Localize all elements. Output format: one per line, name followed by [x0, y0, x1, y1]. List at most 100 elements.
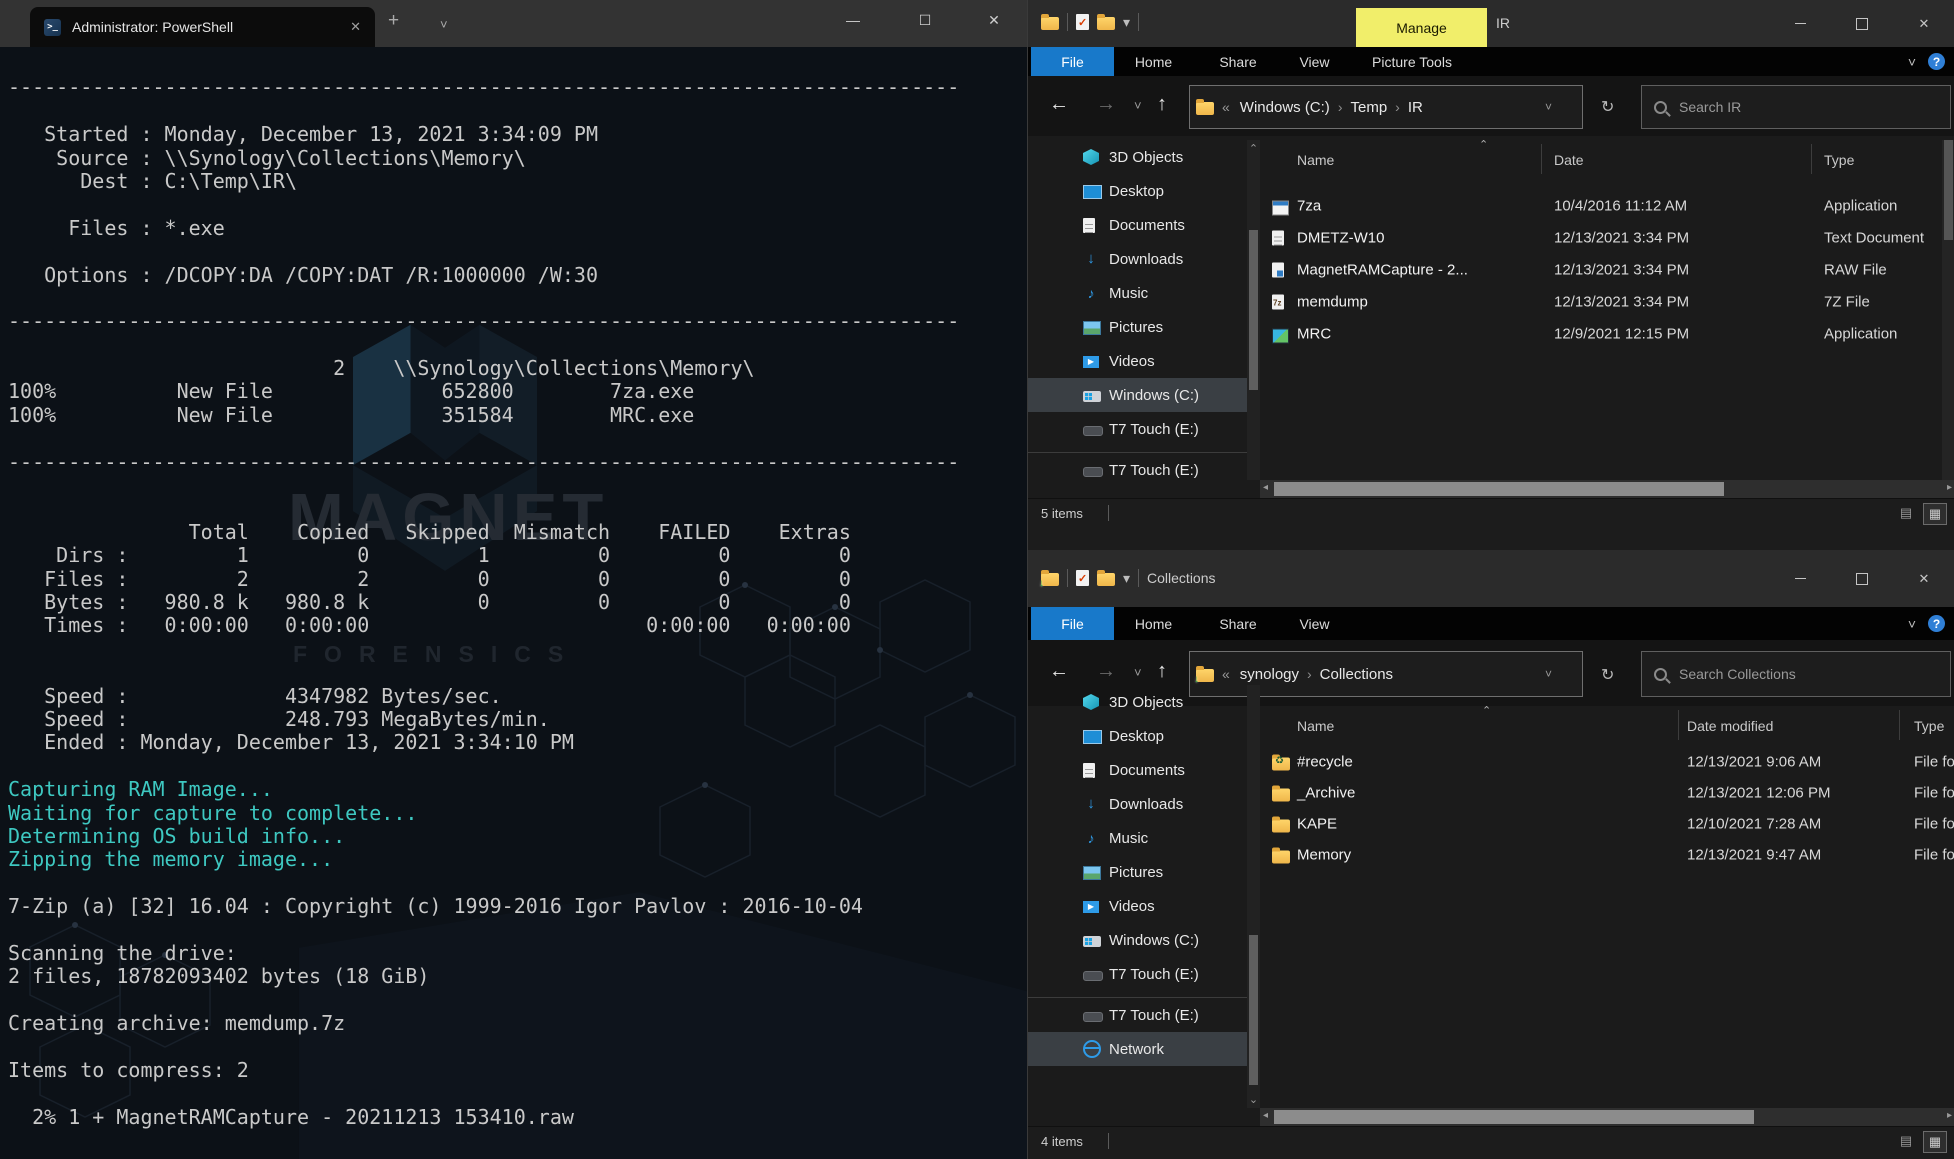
nav-item[interactable]: 3D Objects: [1028, 685, 1260, 719]
column-header-date[interactable]: Date: [1554, 152, 1584, 168]
breadcrumb-item[interactable]: IR: [1391, 99, 1427, 116]
file-list-scrollbar-thumb[interactable]: [1944, 140, 1953, 240]
nav-item[interactable]: T7 Touch (E:): [1028, 452, 1260, 480]
back-button[interactable]: ←: [1049, 660, 1069, 683]
nav-scrollbar[interactable]: ⌃: [1247, 140, 1260, 480]
new-tab-button[interactable]: +: [388, 10, 399, 32]
nav-item[interactable]: Windows (C:): [1028, 923, 1260, 957]
ribbon-expand-icon[interactable]: ˅: [1908, 54, 1916, 70]
scroll-right-icon[interactable]: ▸: [1947, 482, 1952, 493]
new-folder-icon[interactable]: [1097, 13, 1115, 30]
nav-item[interactable]: T7 Touch (E:): [1028, 957, 1260, 991]
properties-check-icon[interactable]: [1076, 570, 1089, 586]
ribbon-tab[interactable]: Home: [1131, 47, 1176, 76]
tab-dropdown-button[interactable]: ˅: [440, 14, 448, 36]
breadcrumb-collapse-icon[interactable]: «: [1222, 99, 1230, 115]
search-box[interactable]: [1641, 651, 1951, 697]
column-separator[interactable]: [1899, 710, 1900, 740]
help-icon[interactable]: ?: [1928, 53, 1945, 70]
horizontal-scrollbar-thumb[interactable]: [1274, 1110, 1754, 1124]
column-header-type[interactable]: Type: [1824, 152, 1854, 168]
scroll-up-icon[interactable]: ⌃: [1247, 142, 1260, 155]
nav-item[interactable]: Music: [1028, 821, 1260, 855]
nav-item[interactable]: Videos: [1028, 344, 1260, 378]
large-icons-view-icon[interactable]: ▦: [1923, 1131, 1947, 1153]
nav-item[interactable]: Network: [1028, 1032, 1260, 1066]
column-separator[interactable]: [1811, 144, 1812, 174]
terminal-tab[interactable]: >_ Administrator: PowerShell ✕: [30, 7, 375, 47]
nav-item[interactable]: Downloads: [1028, 787, 1260, 821]
breadcrumb-item[interactable]: Temp: [1334, 99, 1391, 116]
file-row[interactable]: memdump 12/13/2021 3:34 PM 7Z File: [1260, 286, 1954, 318]
nav-item[interactable]: Music: [1028, 276, 1260, 310]
close-button[interactable]: ✕: [1893, 550, 1954, 607]
recent-locations-icon[interactable]: ˅: [1134, 665, 1142, 680]
help-icon[interactable]: ?: [1928, 615, 1945, 632]
ribbon-expand-icon[interactable]: ˅: [1908, 616, 1916, 632]
close-button[interactable]: ✕: [1893, 0, 1954, 47]
file-row[interactable]: _Archive 12/13/2021 12:06 PM File fol: [1260, 777, 1954, 808]
nav-item[interactable]: 3D Objects: [1028, 140, 1260, 174]
terminal-maximize-button[interactable]: ☐: [902, 12, 948, 29]
ribbon-tab[interactable]: Picture Tools: [1361, 47, 1463, 76]
nav-scrollbar-thumb[interactable]: [1249, 230, 1258, 390]
nav-item[interactable]: Pictures: [1028, 855, 1260, 889]
scroll-left-icon[interactable]: ◂: [1263, 1110, 1268, 1121]
nav-item[interactable]: Downloads: [1028, 242, 1260, 276]
large-icons-view-icon[interactable]: ▦: [1923, 503, 1947, 525]
file-row[interactable]: 7za 10/4/2016 11:12 AM Application: [1260, 190, 1954, 222]
breadcrumb-item[interactable]: synology: [1236, 666, 1303, 683]
file-row[interactable]: MagnetRAMCapture - 2... 12/13/2021 3:34 …: [1260, 254, 1954, 286]
maximize-button[interactable]: [1831, 0, 1893, 47]
scroll-right-icon[interactable]: ▸: [1947, 1110, 1952, 1121]
maximize-button[interactable]: [1831, 550, 1893, 607]
qat-customize-icon[interactable]: ▾: [1123, 570, 1130, 587]
file-row[interactable]: DMETZ-W10 12/13/2021 3:34 PM Text Docume…: [1260, 222, 1954, 254]
refresh-icon[interactable]: ↻: [1601, 97, 1614, 117]
qat-customize-icon[interactable]: ▾: [1123, 14, 1130, 31]
file-row[interactable]: Memory 12/13/2021 9:47 AM File fol: [1260, 839, 1954, 870]
details-view-icon[interactable]: ▤: [1895, 503, 1917, 523]
new-folder-icon[interactable]: [1097, 569, 1115, 586]
column-separator[interactable]: [1678, 710, 1679, 740]
column-header-type[interactable]: Type: [1914, 718, 1944, 734]
refresh-icon[interactable]: ↻: [1601, 665, 1614, 685]
column-header-name[interactable]: Name: [1297, 152, 1334, 168]
nav-item[interactable]: Windows (C:): [1028, 378, 1260, 412]
horizontal-scrollbar-thumb[interactable]: [1274, 482, 1724, 496]
file-row[interactable]: #recycle 12/13/2021 9:06 AM File fol: [1260, 746, 1954, 777]
column-header-date[interactable]: Date modified: [1687, 718, 1773, 734]
terminal-minimize-button[interactable]: —: [830, 12, 876, 28]
horizontal-scrollbar[interactable]: ◂ ▸: [1260, 480, 1954, 498]
scroll-left-icon[interactable]: ◂: [1263, 482, 1268, 493]
ribbon-tab[interactable]: Share: [1218, 607, 1258, 640]
forward-button[interactable]: →: [1096, 660, 1116, 683]
manage-context-tab[interactable]: Manage: [1356, 8, 1487, 47]
column-separator[interactable]: [1541, 144, 1542, 174]
file-row[interactable]: MRC 12/9/2021 12:15 PM Application: [1260, 318, 1954, 350]
file-row[interactable]: KAPE 12/10/2021 7:28 AM File fol: [1260, 808, 1954, 839]
ribbon-tab[interactable]: View: [1298, 607, 1331, 640]
tab-close-icon[interactable]: ✕: [350, 19, 361, 35]
titlebar[interactable]: ▾ Collections ✕: [1028, 550, 1954, 607]
address-dropdown-icon[interactable]: ˅: [1545, 100, 1552, 114]
ribbon-tab[interactable]: Home: [1131, 607, 1176, 640]
nav-scrollbar[interactable]: ⌄: [1247, 685, 1260, 1108]
folder-icon[interactable]: [1041, 13, 1059, 30]
nav-item[interactable]: Documents: [1028, 753, 1260, 787]
ribbon-tab[interactable]: View: [1298, 47, 1331, 76]
back-button[interactable]: ←: [1049, 93, 1069, 116]
nav-item[interactable]: Videos: [1028, 889, 1260, 923]
folder-download-icon[interactable]: [1039, 569, 1059, 589]
forward-button[interactable]: →: [1096, 93, 1116, 116]
search-input[interactable]: [1677, 665, 1911, 683]
address-dropdown-icon[interactable]: ˅: [1545, 667, 1552, 681]
nav-item[interactable]: Desktop: [1028, 719, 1260, 753]
terminal-content[interactable]: MAGNET FORENSICS -----------------------…: [0, 47, 1031, 1159]
ribbon-tab[interactable]: Share: [1218, 47, 1258, 76]
nav-scrollbar-thumb[interactable]: [1249, 935, 1258, 1085]
properties-check-icon[interactable]: [1076, 14, 1089, 30]
address-bar[interactable]: « Windows (C:)TempIR ˅: [1189, 85, 1583, 129]
ribbon-tab[interactable]: File: [1031, 47, 1114, 76]
minimize-button[interactable]: [1769, 550, 1831, 607]
